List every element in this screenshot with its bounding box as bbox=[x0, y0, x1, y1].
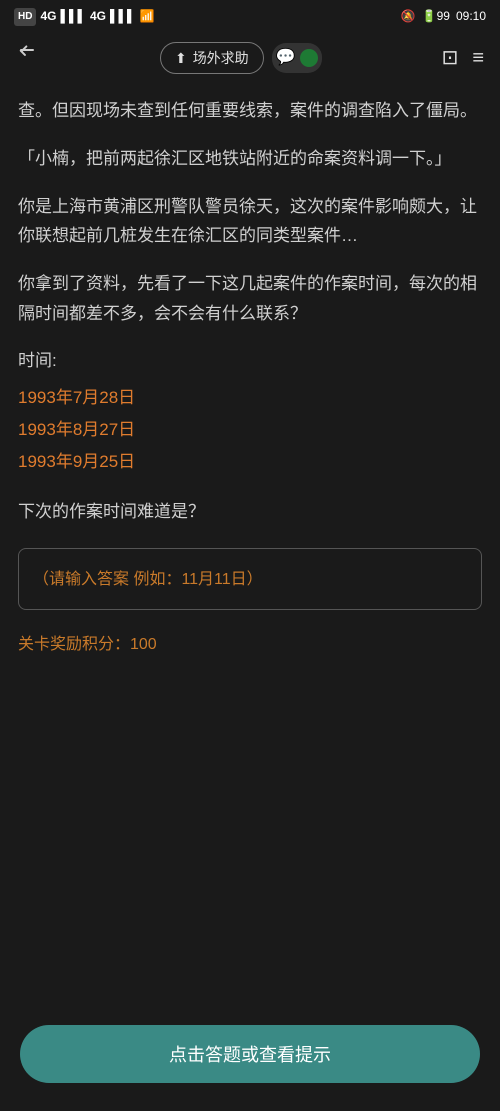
paragraph-1: 查。但因现场未查到任何重要线索，案件的调查陷入了僵局。 bbox=[18, 96, 482, 126]
signal-bars-1: ▌▌▌ bbox=[60, 7, 86, 26]
action-button[interactable]: 点击答题或查看提示 bbox=[20, 1025, 480, 1083]
quote-paragraph: 「小楠，把前两起徐汇区地铁站附近的命案资料调一下。」 bbox=[18, 144, 482, 174]
time-display: 09:10 bbox=[456, 7, 486, 26]
date-item-2: 1993年8月27日 bbox=[18, 414, 482, 446]
date-list: 1993年7月28日 1993年8月27日 1993年9月25日 bbox=[18, 382, 482, 479]
bell-icon: 🔕 bbox=[401, 7, 416, 26]
status-bar: HD 4G ▌▌▌ 4G ▌▌▌ 📶 🔕 🔋99 09:10 bbox=[0, 0, 500, 32]
share-icon[interactable]: ⊡ bbox=[442, 42, 459, 74]
assist-icon: ⬆ bbox=[175, 47, 187, 69]
signal-4g-2: 4G bbox=[90, 7, 106, 26]
time-label: 时间: bbox=[18, 347, 482, 374]
bottom-bar: 点击答题或查看提示 bbox=[0, 1011, 500, 1111]
wechat-icon: 💬 bbox=[276, 45, 296, 71]
status-left: HD 4G ▌▌▌ 4G ▌▌▌ 📶 bbox=[14, 7, 154, 26]
reward-text: 关卡奖励积分：100 bbox=[18, 632, 482, 658]
paragraph-4: 你拿到了资料，先看了一下这几起案件的作案时间，每次的相隔时间都差不多，会不会有什… bbox=[18, 269, 482, 329]
input-placeholder: （请输入答案 例如：11月11日） bbox=[33, 571, 263, 588]
date-item-1: 1993年7月28日 bbox=[18, 382, 482, 414]
signal-4g-1: 4G bbox=[40, 7, 56, 26]
date-item-3: 1993年9月25日 bbox=[18, 446, 482, 478]
top-nav: ⬆ 场外求助 💬 ⊡ ≡ bbox=[0, 32, 500, 84]
wifi-icon: 📶 bbox=[140, 7, 155, 26]
assist-button[interactable]: ⬆ 场外求助 bbox=[160, 42, 264, 74]
toggle-dot bbox=[300, 49, 318, 67]
nav-right: ⊡ ≡ bbox=[442, 42, 484, 74]
nav-center: ⬆ 场外求助 💬 bbox=[160, 42, 322, 74]
battery-icon: 🔋99 bbox=[422, 7, 450, 26]
back-button[interactable] bbox=[16, 40, 40, 75]
menu-icon[interactable]: ≡ bbox=[472, 42, 484, 74]
main-content: 查。但因现场未查到任何重要线索，案件的调查陷入了僵局。 「小楠，把前两起徐汇区地… bbox=[0, 84, 500, 828]
paragraph-3: 你是上海市黄浦区刑警队警员徐天，这次的案件影响颇大，让你联想起前几桩发生在徐汇区… bbox=[18, 192, 482, 252]
assist-label: 场外求助 bbox=[193, 47, 249, 69]
wechat-toggle[interactable]: 💬 bbox=[272, 43, 322, 73]
answer-input-area[interactable]: （请输入答案 例如：11月11日） bbox=[18, 548, 482, 610]
status-right: 🔕 🔋99 09:10 bbox=[401, 7, 486, 26]
question-text: 下次的作案时间难道是？ bbox=[18, 497, 482, 527]
signal-bars-2: ▌▌▌ bbox=[110, 7, 136, 26]
hd-badge: HD bbox=[14, 8, 36, 26]
